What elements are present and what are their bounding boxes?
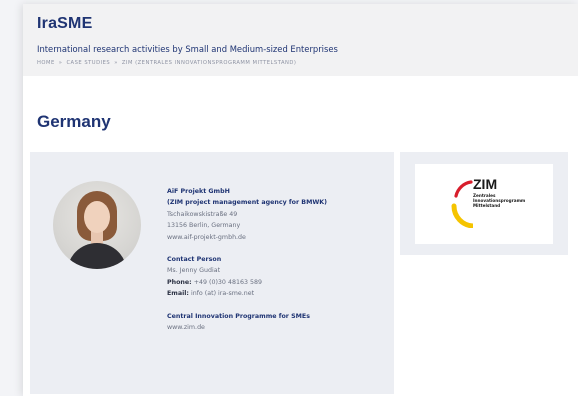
contact-phone: Phone: +49 (0)30 48163 589 [167, 277, 387, 288]
contact-person-heading: Contact Person [167, 256, 222, 264]
phone-value: +49 (0)30 48163 589 [193, 278, 262, 286]
logo-card: ZIM Zentrales Innovationsprogramm Mittel… [400, 152, 568, 255]
zim-logo-title: ZIM [473, 176, 498, 192]
breadcrumb: HOME » CASE STUDIES » ZIM (ZENTRALES INN… [37, 60, 296, 66]
programme-link[interactable]: www.zim.de [167, 324, 205, 331]
contact-info: AiF Projekt GmbH (ZIM project management… [167, 186, 387, 344]
org-name: AiF Projekt GmbH [167, 188, 230, 195]
contact-person-name: Ms. Jenny Gudiat [167, 267, 221, 275]
zim-logo-box: ZIM Zentrales Innovationsprogramm Mittel… [415, 164, 553, 244]
org-city: 13156 Berlin, Germany [167, 222, 241, 230]
site-logo[interactable]: IraSME [37, 15, 92, 33]
breadcrumb-separator: » [114, 60, 118, 66]
site-header: IraSME International research activities… [23, 4, 578, 76]
site-tagline: International research activities by Sma… [37, 44, 338, 54]
page-title: Germany [37, 112, 111, 131]
zim-logo-subtitle: Zentrales Innovationsprogramm Mittelstan… [473, 193, 526, 208]
breadcrumb-home[interactable]: HOME [37, 60, 55, 66]
breadcrumb-separator: » [58, 60, 63, 66]
breadcrumb-case-studies[interactable]: CASE STUDIES [66, 60, 110, 66]
org-website-link[interactable]: www.aif-projekt-gmbh.de [167, 234, 246, 241]
email-label: Email: [167, 290, 189, 298]
contact-card: AiF Projekt GmbH (ZIM project management… [30, 152, 394, 394]
org-street: Tschaikowskistraße 49 [167, 210, 238, 218]
page: IraSME International research activities… [23, 4, 578, 396]
org-role: (ZIM project management agency for BMWK) [167, 199, 328, 207]
phone-label: Phone: [167, 278, 192, 286]
avatar [53, 181, 141, 269]
contact-email: Email: info (at) ira-sme.net [167, 288, 387, 299]
breadcrumb-current: ZIM (ZENTRALES INNOVATIONSPROGRAMM MITTE… [121, 60, 297, 66]
email-value: info (at) ira-sme.net [190, 290, 255, 298]
programme-heading: Central Innovation Programme for SMEs [167, 312, 310, 320]
zim-logo-icon [451, 180, 473, 228]
